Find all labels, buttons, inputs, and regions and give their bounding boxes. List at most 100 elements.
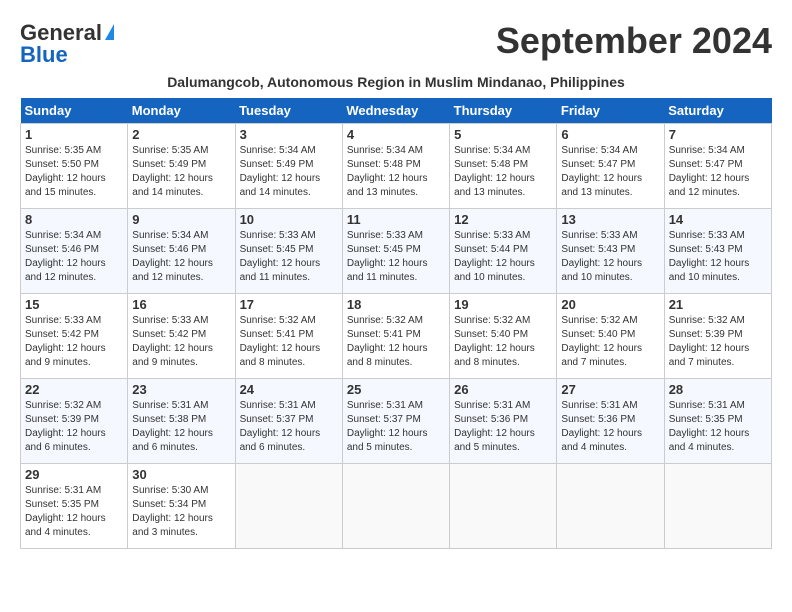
day-number: 9 bbox=[132, 212, 230, 227]
day-number: 28 bbox=[669, 382, 767, 397]
calendar-day-30: 30 Sunrise: 5:30 AMSunset: 5:34 PMDaylig… bbox=[128, 464, 235, 549]
calendar-day-12: 12 Sunrise: 5:33 AMSunset: 5:44 PMDaylig… bbox=[450, 209, 557, 294]
calendar-day-9: 9 Sunrise: 5:34 AMSunset: 5:46 PMDayligh… bbox=[128, 209, 235, 294]
calendar-day-15: 15 Sunrise: 5:33 AMSunset: 5:42 PMDaylig… bbox=[21, 294, 128, 379]
day-number: 24 bbox=[240, 382, 338, 397]
day-info: Sunrise: 5:34 AMSunset: 5:46 PMDaylight:… bbox=[132, 230, 213, 283]
day-number: 29 bbox=[25, 467, 123, 482]
day-number: 15 bbox=[25, 297, 123, 312]
day-info: Sunrise: 5:34 AMSunset: 5:47 PMDaylight:… bbox=[561, 145, 642, 198]
day-number: 18 bbox=[347, 297, 445, 312]
day-number: 12 bbox=[454, 212, 552, 227]
empty-cell bbox=[235, 464, 342, 549]
day-info: Sunrise: 5:34 AMSunset: 5:48 PMDaylight:… bbox=[347, 145, 428, 198]
logo: General Blue bbox=[20, 20, 114, 68]
day-number: 10 bbox=[240, 212, 338, 227]
day-number: 17 bbox=[240, 297, 338, 312]
day-info: Sunrise: 5:34 AMSunset: 5:49 PMDaylight:… bbox=[240, 145, 321, 198]
day-number: 5 bbox=[454, 127, 552, 142]
header-saturday: Saturday bbox=[664, 98, 771, 124]
calendar-day-23: 23 Sunrise: 5:31 AMSunset: 5:38 PMDaylig… bbox=[128, 379, 235, 464]
calendar-day-27: 27 Sunrise: 5:31 AMSunset: 5:36 PMDaylig… bbox=[557, 379, 664, 464]
day-number: 7 bbox=[669, 127, 767, 142]
day-info: Sunrise: 5:33 AMSunset: 5:42 PMDaylight:… bbox=[132, 315, 213, 368]
month-title: September 2024 bbox=[496, 20, 772, 62]
calendar-day-24: 24 Sunrise: 5:31 AMSunset: 5:37 PMDaylig… bbox=[235, 379, 342, 464]
day-info: Sunrise: 5:31 AMSunset: 5:35 PMDaylight:… bbox=[25, 485, 106, 538]
empty-cell bbox=[557, 464, 664, 549]
day-number: 19 bbox=[454, 297, 552, 312]
day-info: Sunrise: 5:32 AMSunset: 5:39 PMDaylight:… bbox=[669, 315, 750, 368]
calendar-day-28: 28 Sunrise: 5:31 AMSunset: 5:35 PMDaylig… bbox=[664, 379, 771, 464]
calendar-day-14: 14 Sunrise: 5:33 AMSunset: 5:43 PMDaylig… bbox=[664, 209, 771, 294]
empty-cell bbox=[342, 464, 449, 549]
calendar-row-2: 8 Sunrise: 5:34 AMSunset: 5:46 PMDayligh… bbox=[21, 209, 772, 294]
day-info: Sunrise: 5:33 AMSunset: 5:43 PMDaylight:… bbox=[561, 230, 642, 283]
calendar-day-3: 3 Sunrise: 5:34 AMSunset: 5:49 PMDayligh… bbox=[235, 124, 342, 209]
day-info: Sunrise: 5:34 AMSunset: 5:48 PMDaylight:… bbox=[454, 145, 535, 198]
calendar-day-7: 7 Sunrise: 5:34 AMSunset: 5:47 PMDayligh… bbox=[664, 124, 771, 209]
calendar-day-10: 10 Sunrise: 5:33 AMSunset: 5:45 PMDaylig… bbox=[235, 209, 342, 294]
calendar-day-8: 8 Sunrise: 5:34 AMSunset: 5:46 PMDayligh… bbox=[21, 209, 128, 294]
day-info: Sunrise: 5:33 AMSunset: 5:45 PMDaylight:… bbox=[347, 230, 428, 283]
calendar-day-19: 19 Sunrise: 5:32 AMSunset: 5:40 PMDaylig… bbox=[450, 294, 557, 379]
calendar-day-20: 20 Sunrise: 5:32 AMSunset: 5:40 PMDaylig… bbox=[557, 294, 664, 379]
calendar-day-11: 11 Sunrise: 5:33 AMSunset: 5:45 PMDaylig… bbox=[342, 209, 449, 294]
header-sunday: Sunday bbox=[21, 98, 128, 124]
calendar-day-22: 22 Sunrise: 5:32 AMSunset: 5:39 PMDaylig… bbox=[21, 379, 128, 464]
day-number: 27 bbox=[561, 382, 659, 397]
day-number: 23 bbox=[132, 382, 230, 397]
day-info: Sunrise: 5:32 AMSunset: 5:41 PMDaylight:… bbox=[347, 315, 428, 368]
empty-cell bbox=[664, 464, 771, 549]
header-monday: Monday bbox=[128, 98, 235, 124]
calendar-day-21: 21 Sunrise: 5:32 AMSunset: 5:39 PMDaylig… bbox=[664, 294, 771, 379]
day-info: Sunrise: 5:31 AMSunset: 5:37 PMDaylight:… bbox=[240, 400, 321, 453]
header: General Blue September 2024 bbox=[20, 20, 772, 68]
day-number: 20 bbox=[561, 297, 659, 312]
calendar-day-1: 1 Sunrise: 5:35 AMSunset: 5:50 PMDayligh… bbox=[21, 124, 128, 209]
day-number: 11 bbox=[347, 212, 445, 227]
day-number: 2 bbox=[132, 127, 230, 142]
day-info: Sunrise: 5:33 AMSunset: 5:42 PMDaylight:… bbox=[25, 315, 106, 368]
calendar-day-17: 17 Sunrise: 5:32 AMSunset: 5:41 PMDaylig… bbox=[235, 294, 342, 379]
day-number: 4 bbox=[347, 127, 445, 142]
calendar-row-5: 29 Sunrise: 5:31 AMSunset: 5:35 PMDaylig… bbox=[21, 464, 772, 549]
day-info: Sunrise: 5:31 AMSunset: 5:36 PMDaylight:… bbox=[454, 400, 535, 453]
calendar-day-25: 25 Sunrise: 5:31 AMSunset: 5:37 PMDaylig… bbox=[342, 379, 449, 464]
day-info: Sunrise: 5:32 AMSunset: 5:40 PMDaylight:… bbox=[561, 315, 642, 368]
calendar-day-18: 18 Sunrise: 5:32 AMSunset: 5:41 PMDaylig… bbox=[342, 294, 449, 379]
day-info: Sunrise: 5:35 AMSunset: 5:50 PMDaylight:… bbox=[25, 145, 106, 198]
calendar-day-13: 13 Sunrise: 5:33 AMSunset: 5:43 PMDaylig… bbox=[557, 209, 664, 294]
day-info: Sunrise: 5:35 AMSunset: 5:49 PMDaylight:… bbox=[132, 145, 213, 198]
logo-blue: Blue bbox=[20, 42, 68, 68]
calendar-row-1: 1 Sunrise: 5:35 AMSunset: 5:50 PMDayligh… bbox=[21, 124, 772, 209]
day-info: Sunrise: 5:32 AMSunset: 5:40 PMDaylight:… bbox=[454, 315, 535, 368]
calendar-row-4: 22 Sunrise: 5:32 AMSunset: 5:39 PMDaylig… bbox=[21, 379, 772, 464]
day-number: 21 bbox=[669, 297, 767, 312]
days-header-row: Sunday Monday Tuesday Wednesday Thursday… bbox=[21, 98, 772, 124]
header-thursday: Thursday bbox=[450, 98, 557, 124]
day-number: 25 bbox=[347, 382, 445, 397]
day-number: 3 bbox=[240, 127, 338, 142]
calendar-day-5: 5 Sunrise: 5:34 AMSunset: 5:48 PMDayligh… bbox=[450, 124, 557, 209]
day-info: Sunrise: 5:34 AMSunset: 5:47 PMDaylight:… bbox=[669, 145, 750, 198]
header-wednesday: Wednesday bbox=[342, 98, 449, 124]
calendar-day-26: 26 Sunrise: 5:31 AMSunset: 5:36 PMDaylig… bbox=[450, 379, 557, 464]
day-info: Sunrise: 5:31 AMSunset: 5:38 PMDaylight:… bbox=[132, 400, 213, 453]
day-info: Sunrise: 5:32 AMSunset: 5:41 PMDaylight:… bbox=[240, 315, 321, 368]
day-number: 16 bbox=[132, 297, 230, 312]
day-number: 22 bbox=[25, 382, 123, 397]
day-info: Sunrise: 5:33 AMSunset: 5:45 PMDaylight:… bbox=[240, 230, 321, 283]
day-info: Sunrise: 5:31 AMSunset: 5:36 PMDaylight:… bbox=[561, 400, 642, 453]
day-number: 13 bbox=[561, 212, 659, 227]
calendar-day-6: 6 Sunrise: 5:34 AMSunset: 5:47 PMDayligh… bbox=[557, 124, 664, 209]
calendar-table: Sunday Monday Tuesday Wednesday Thursday… bbox=[20, 98, 772, 549]
calendar-day-29: 29 Sunrise: 5:31 AMSunset: 5:35 PMDaylig… bbox=[21, 464, 128, 549]
day-info: Sunrise: 5:33 AMSunset: 5:44 PMDaylight:… bbox=[454, 230, 535, 283]
calendar-row-3: 15 Sunrise: 5:33 AMSunset: 5:42 PMDaylig… bbox=[21, 294, 772, 379]
empty-cell bbox=[450, 464, 557, 549]
day-number: 26 bbox=[454, 382, 552, 397]
header-friday: Friday bbox=[557, 98, 664, 124]
day-number: 30 bbox=[132, 467, 230, 482]
calendar-day-4: 4 Sunrise: 5:34 AMSunset: 5:48 PMDayligh… bbox=[342, 124, 449, 209]
